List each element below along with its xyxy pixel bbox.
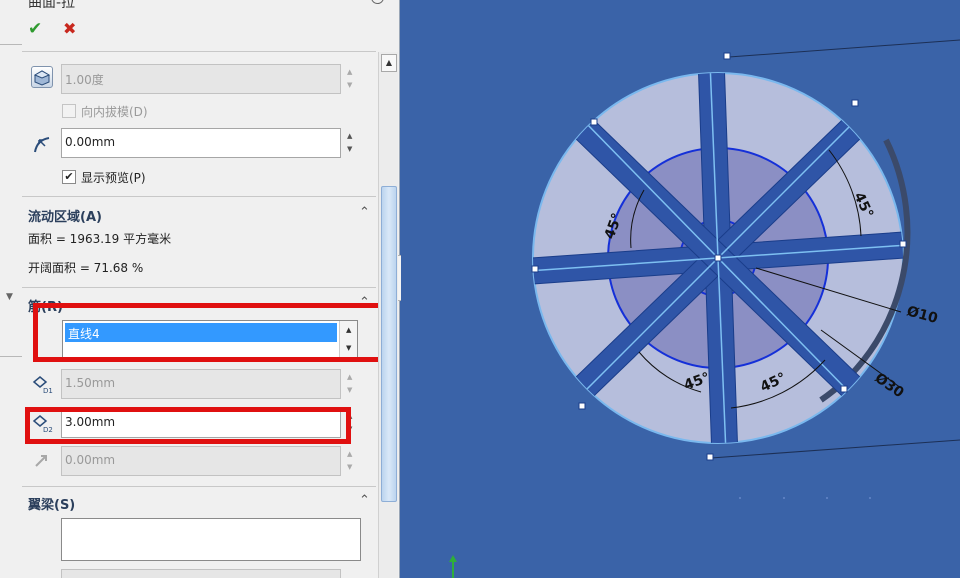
help-icon[interactable]: ?	[371, 0, 384, 4]
scroll-up-icon[interactable]: ▲	[381, 54, 397, 72]
spin-up-icon[interactable]: ▲	[347, 450, 352, 458]
open-area-text: 开阔面积 = 71.68 %	[28, 261, 144, 275]
spin-down-icon[interactable]: ▼	[347, 81, 352, 89]
thickness-spinner[interactable]: ▲ ▼	[343, 128, 359, 158]
rib-offset-icon	[31, 449, 53, 471]
section-divider	[22, 287, 376, 288]
thickness-icon	[31, 134, 53, 156]
rib-d1-spinner[interactable]: ▲ ▼	[343, 369, 359, 399]
flow-region-collapse-icon[interactable]: ⌃	[359, 205, 370, 220]
sidebar-expand-icon[interactable]: ▼	[6, 292, 13, 302]
sidebar-divider	[0, 356, 22, 357]
d1-label: D1	[43, 387, 53, 395]
show-preview-checkbox[interactable]: ✔	[62, 170, 76, 184]
diameter-dimension-large[interactable]: Ø30	[872, 370, 907, 401]
spars-title[interactable]: 翼梁(S)	[28, 494, 75, 513]
part-model: 45° 45° 45° 45° Ø10 Ø30	[531, 39, 960, 499]
rib-offset-spinner[interactable]: ▲ ▼	[343, 446, 359, 476]
thickness-field[interactable]: 0.00mm	[61, 128, 341, 158]
draft-angle-spinner[interactable]: ▲ ▼	[343, 64, 359, 94]
draft-outward-checkbox[interactable]	[62, 104, 76, 118]
section-divider	[22, 196, 376, 197]
highlight-box-d2	[25, 407, 351, 444]
spin-up-icon[interactable]: ▲	[347, 373, 352, 381]
draft-angle-field[interactable]: 1.00度	[61, 64, 341, 94]
section-divider	[22, 486, 376, 487]
triad-axis-icon[interactable]	[445, 554, 461, 578]
spin-up-icon[interactable]: ▲	[347, 132, 352, 140]
model-edge-line	[710, 439, 960, 459]
section-divider	[22, 51, 376, 52]
spar-value-field[interactable]: 1.50mm	[61, 569, 341, 578]
model-edge-line	[728, 39, 960, 58]
panel-title: 曲面-拉	[28, 0, 76, 8]
spin-up-icon[interactable]: ▲	[347, 68, 352, 76]
area-text: 面积 = 1963.19 平方毫米	[28, 232, 172, 246]
rib-d1-field[interactable]: 1.50mm	[61, 369, 341, 399]
property-manager-panel: ▼ 曲面-拉 ? ✔ ✖ 1.00度 ▲ ▼ 向内拔模(D) 0.00mm ▲ …	[0, 0, 400, 578]
flow-region-title[interactable]: 流动区域(A)	[28, 206, 102, 225]
highlight-box-rib-list	[33, 303, 387, 362]
rib-d1-icon: D1	[31, 372, 53, 395]
graphics-viewport[interactable]: 45° 45° 45° 45° Ø10 Ø30	[401, 0, 960, 578]
scroll-thumb[interactable]	[381, 186, 397, 502]
spin-down-icon[interactable]: ▼	[347, 145, 352, 153]
sidebar-divider	[0, 44, 22, 45]
panel-scrollbar[interactable]: ▲	[378, 52, 398, 578]
spin-down-icon[interactable]: ▼	[347, 463, 352, 471]
left-sidebar-strip: ▼	[0, 0, 22, 578]
spars-collapse-icon[interactable]: ⌃	[359, 493, 370, 508]
draft-angle-icon	[31, 66, 53, 88]
show-preview-label: 显示预览(P)	[81, 171, 146, 185]
ok-check-icon[interactable]: ✔	[28, 19, 42, 39]
rib-offset-field[interactable]: 0.00mm	[61, 446, 341, 476]
grid-dots	[739, 497, 871, 499]
diameter-dimension-small[interactable]: Ø10	[905, 303, 940, 327]
spar-selection-list[interactable]	[61, 518, 361, 561]
panel-title-bar: 曲面-拉 ?	[22, 0, 398, 8]
spin-down-icon[interactable]: ▼	[347, 386, 352, 394]
draft-outward-label: 向内拔模(D)	[81, 105, 148, 119]
cancel-x-icon[interactable]: ✖	[63, 19, 76, 38]
